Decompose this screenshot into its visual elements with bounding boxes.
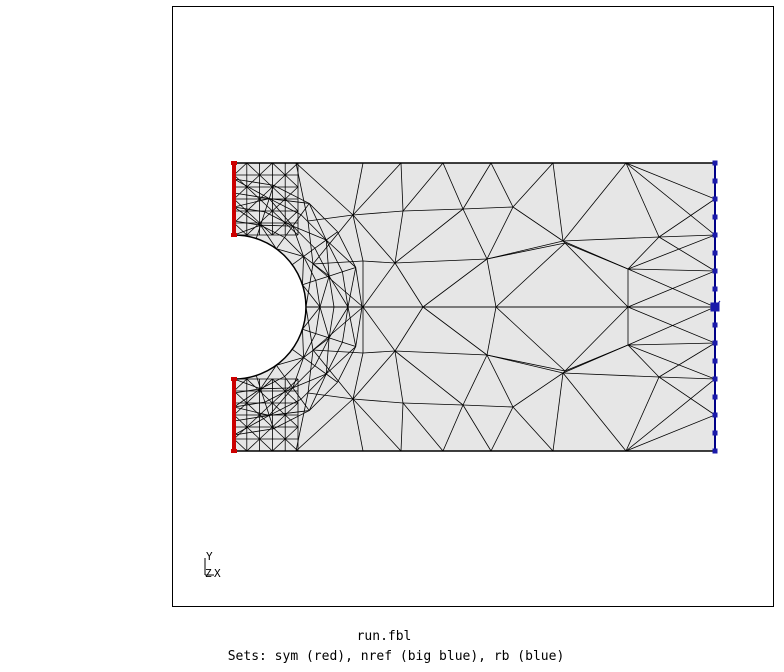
coordinate-triad: Y Z X [204,550,221,580]
triad-z-label: Z [205,567,212,580]
file-name-caption: run.fbl [356,629,412,644]
rb-set-node [712,394,718,400]
rb-set-node [712,430,718,436]
sym-set-end [231,377,237,381]
rb-set-node [712,268,718,274]
rb-set-node [712,448,718,454]
rb-set-node [712,286,718,292]
graphics-viewport[interactable]: Y Z X [172,6,774,607]
fe-mesh-plot: Y Z X [204,160,721,580]
rb-set-node [712,376,718,382]
triad-x-label: X [214,567,221,580]
rb-set-node [712,340,718,346]
rb-set-node [712,160,718,166]
rb-set-node [712,178,718,184]
rb-set-node [712,214,718,220]
rb-set-node [712,250,718,256]
sets-legend-caption: Sets: sym (red), nref (big blue), rb (bl… [227,649,565,664]
rb-set-node [712,322,718,328]
mesh-elements [233,162,716,452]
sym-set-end [231,161,237,165]
rb-set-node [712,232,718,238]
triad-y-label: Y [206,550,213,563]
rb-set-node [712,196,718,202]
sym-set-end [231,449,237,453]
rb-set-node [712,412,718,418]
sym-set-end [231,233,237,237]
rb-set-node [712,358,718,364]
